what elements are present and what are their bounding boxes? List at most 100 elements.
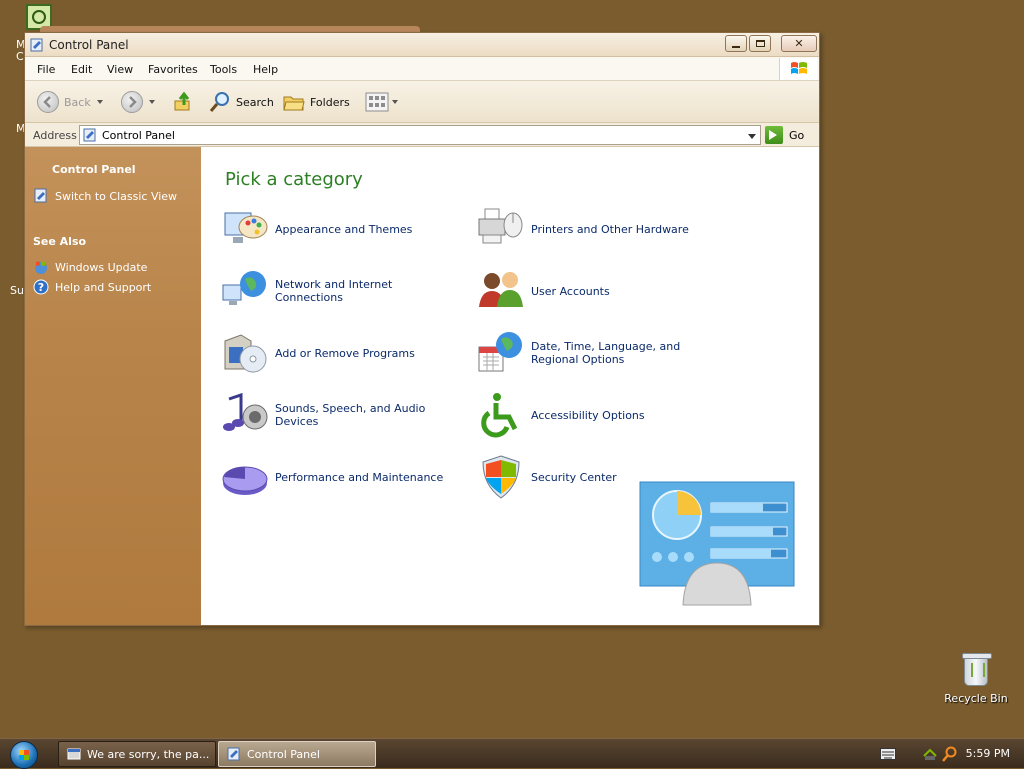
- close-icon: ✕: [794, 37, 804, 50]
- desktop-label-fragment: Su: [10, 284, 24, 297]
- switch-classic-view-link[interactable]: Switch to Classic View: [33, 188, 177, 204]
- menu-bar: File Edit View Favorites Tools Help: [25, 57, 819, 81]
- pie-chart-icon: [222, 466, 268, 495]
- back-label: Back: [64, 95, 91, 109]
- menu-tools[interactable]: Tools: [210, 63, 237, 76]
- minimize-icon: [732, 46, 740, 48]
- control-panel-icon: [30, 38, 43, 52]
- title-bar[interactable]: Control Panel ✕: [25, 33, 819, 57]
- toolbar: Back Search Folders: [25, 81, 819, 123]
- printer-mouse-icon: [478, 208, 523, 244]
- back-button[interactable]: Back: [37, 91, 103, 113]
- go-button[interactable]: Go: [765, 125, 804, 145]
- address-value: Control Panel: [102, 129, 175, 142]
- category-printers-hardware[interactable]: Printers and Other Hardware: [477, 205, 719, 253]
- control-panel-icon: [227, 747, 240, 761]
- views-dropdown-icon[interactable]: [392, 100, 398, 104]
- category-network-internet[interactable]: Network and Internet Connections: [221, 267, 463, 315]
- category-performance-maintenance[interactable]: Performance and Maintenance: [221, 453, 463, 501]
- start-button[interactable]: [10, 741, 38, 769]
- desktop-label-fragment: C: [16, 50, 24, 63]
- network-status-icon[interactable]: [922, 746, 938, 762]
- address-dropdown-icon[interactable]: [748, 134, 756, 139]
- calendar-globe-icon: [478, 332, 522, 372]
- category-appearance-themes[interactable]: Appearance and Themes: [221, 205, 463, 253]
- menu-file[interactable]: File: [37, 63, 55, 76]
- category-label: Appearance and Themes: [275, 222, 413, 236]
- control-panel-icon: [34, 188, 47, 203]
- back-dropdown-icon[interactable]: [96, 100, 103, 104]
- category-label: Network and Internet Connections: [275, 278, 393, 304]
- folders-label: Folders: [310, 95, 350, 109]
- up-folder-button[interactable]: [173, 91, 195, 113]
- views-button[interactable]: [365, 91, 398, 113]
- go-label: Go: [789, 128, 805, 142]
- browser-window-icon: [67, 748, 81, 760]
- taskbar-button-label: Control Panel: [247, 747, 320, 761]
- category-accessibility[interactable]: Accessibility Options: [477, 391, 719, 439]
- help-icon: ?: [33, 279, 49, 295]
- taskbar-button-control-panel[interactable]: Control Panel: [218, 741, 376, 767]
- back-arrow-icon: [37, 91, 59, 113]
- control-panel-icon: [83, 128, 96, 142]
- forward-dropdown-icon[interactable]: [149, 100, 155, 104]
- recycle-bin-label: Recycle Bin: [944, 692, 1008, 705]
- search-icon: [209, 92, 229, 112]
- category-label: Date, Time, Language, and Regional Optio…: [531, 340, 681, 366]
- menu-edit[interactable]: Edit: [71, 63, 92, 76]
- address-label: Address: [33, 129, 77, 142]
- category-sounds-speech-audio[interactable]: Sounds, Speech, and Audio Devices: [221, 391, 463, 439]
- category-label: Accessibility Options: [531, 408, 645, 422]
- maximize-button[interactable]: [749, 35, 771, 52]
- recycle-bin-icon: [962, 653, 992, 686]
- category-user-accounts[interactable]: User Accounts: [477, 267, 719, 315]
- category-label: Printers and Other Hardware: [531, 222, 689, 236]
- windows-flag-box: [779, 58, 817, 80]
- forward-arrow-icon: [121, 91, 143, 113]
- accessibility-wheelchair-icon: [481, 393, 518, 438]
- task-pane: Control Panel Switch to Classic View See…: [25, 147, 201, 625]
- folders-button[interactable]: Folders: [283, 91, 350, 113]
- up-folder-icon: [174, 91, 190, 111]
- category-label: User Accounts: [531, 284, 610, 298]
- search-tray-icon[interactable]: [942, 746, 958, 762]
- system-tray: 5:59 PM: [870, 739, 1024, 769]
- category-add-remove-programs[interactable]: Add or Remove Programs: [221, 329, 463, 377]
- windows-flag-icon: [791, 62, 807, 74]
- speaker-music-icon: [223, 392, 268, 431]
- windows-update-icon: [35, 261, 47, 274]
- menu-help[interactable]: Help: [253, 63, 278, 76]
- taskbar: We are sorry, the pa... Control Panel 5:…: [0, 738, 1024, 769]
- search-label: Search: [236, 95, 274, 109]
- windows-update-link[interactable]: Windows Update: [33, 259, 147, 275]
- keyboard-icon[interactable]: [880, 748, 896, 760]
- switch-classic-view-label: Switch to Classic View: [55, 189, 178, 203]
- taskbar-button-browser[interactable]: We are sorry, the pa...: [58, 741, 216, 767]
- control-panel-watermark-art: [639, 481, 795, 606]
- forward-button[interactable]: [121, 91, 155, 113]
- menu-favorites[interactable]: Favorites: [148, 63, 198, 76]
- category-label: Performance and Maintenance: [275, 470, 444, 484]
- windows-update-label: Windows Update: [55, 260, 148, 274]
- svg-text:?: ?: [38, 281, 44, 294]
- address-input[interactable]: Control Panel: [79, 125, 761, 145]
- appearance-themes-icon: [224, 212, 268, 243]
- clock[interactable]: 5:59 PM: [966, 747, 1010, 760]
- category-label: Sounds, Speech, and Audio Devices: [275, 402, 426, 428]
- minimize-button[interactable]: [725, 35, 747, 52]
- category-label: Add or Remove Programs: [275, 346, 415, 360]
- recycle-bin[interactable]: Recycle Bin: [944, 653, 1008, 705]
- help-support-link[interactable]: ? Help and Support: [33, 279, 151, 295]
- go-arrow-icon: [765, 126, 783, 144]
- menu-view[interactable]: View: [107, 63, 133, 76]
- search-button[interactable]: Search: [209, 91, 274, 113]
- close-button[interactable]: ✕: [781, 35, 817, 52]
- category-date-time-language[interactable]: Date, Time, Language, and Regional Optio…: [477, 329, 719, 377]
- maximize-icon: [755, 40, 765, 47]
- category-view: Pick a category Appearance and Themes Ne…: [201, 147, 819, 625]
- programs-box-cd-icon: [224, 334, 267, 373]
- taskbar-button-label: We are sorry, the pa...: [87, 747, 210, 761]
- network-globe-icon: [222, 271, 266, 305]
- help-support-label: Help and Support: [55, 280, 152, 294]
- see-also-heading: See Also: [33, 235, 87, 248]
